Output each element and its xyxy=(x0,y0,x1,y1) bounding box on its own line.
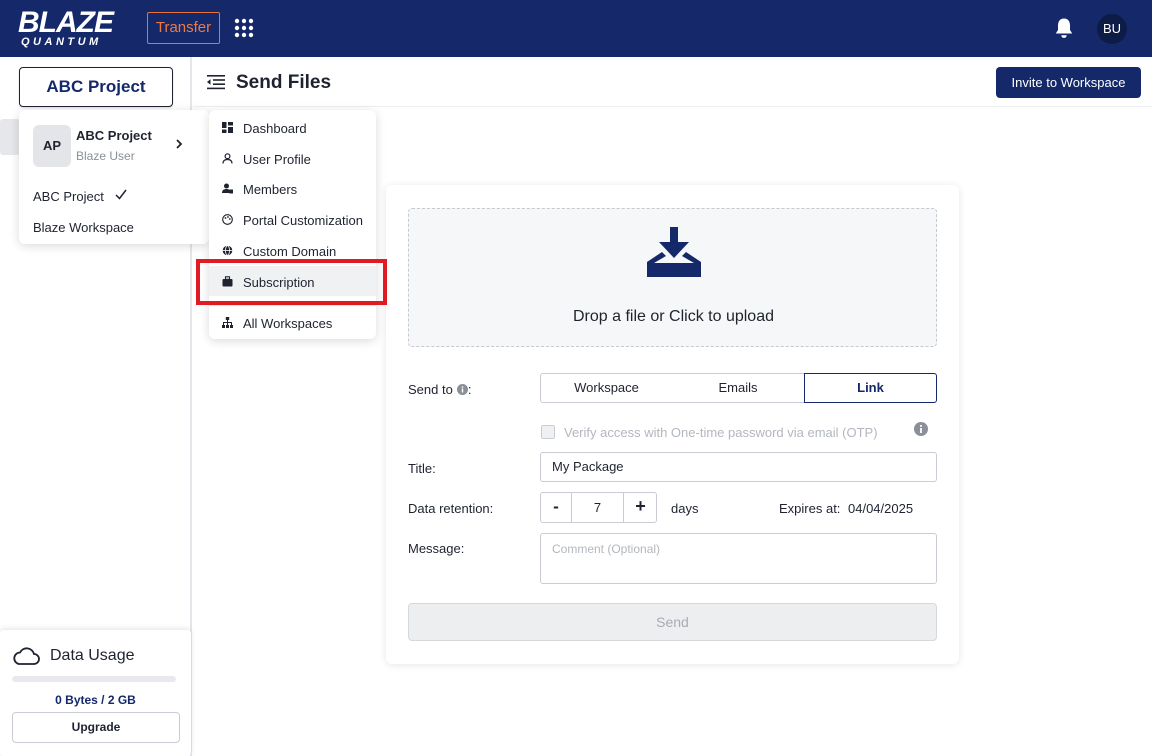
project-option-blaze-workspace[interactable]: Blaze Workspace xyxy=(33,220,134,235)
project-dropdown: AP ABC Project Blaze User ABC Project Bl… xyxy=(19,110,209,244)
menu-item-label: Dashboard xyxy=(243,121,307,136)
retention-unit-label: days xyxy=(671,501,699,516)
send-button[interactable]: Send xyxy=(408,603,937,641)
menu-item-custom-domain[interactable]: Custom Domain xyxy=(209,235,376,265)
palette-icon xyxy=(222,214,233,225)
user-avatar[interactable]: BU xyxy=(1097,14,1127,44)
project-name[interactable]: ABC Project xyxy=(76,128,152,143)
menu-item-portal-customization[interactable]: Portal Customization xyxy=(209,204,376,234)
logo-main-text: BLAZE xyxy=(18,6,114,39)
menu-item-user-profile[interactable]: User Profile xyxy=(209,143,376,173)
chevron-right-icon[interactable] xyxy=(174,137,184,151)
briefcase-icon xyxy=(222,276,233,287)
drop-zone-text: Drop a file or Click to upload xyxy=(573,308,774,325)
send-to-label-text: Send to xyxy=(408,382,453,397)
top-bar: BLAZE QUANTUM Transfer BU xyxy=(0,0,1152,57)
upgrade-button[interactable]: Upgrade xyxy=(12,712,180,743)
data-retention-label: Data retention: xyxy=(408,501,494,516)
sitemap-icon xyxy=(222,317,233,328)
menu-item-subscription[interactable]: Subscription xyxy=(209,266,376,296)
otp-label: Verify access with One-time password via… xyxy=(564,425,878,440)
title-input[interactable]: My Package xyxy=(540,452,937,482)
check-icon xyxy=(115,189,127,200)
dashboard-icon xyxy=(222,122,233,133)
cloud-icon xyxy=(13,647,40,665)
invite-to-workspace-button[interactable]: Invite to Workspace xyxy=(996,67,1141,98)
info-icon[interactable] xyxy=(456,384,468,395)
decrement-button[interactable]: - xyxy=(541,493,572,522)
bell-icon[interactable] xyxy=(1054,17,1074,39)
menu-collapse-icon[interactable] xyxy=(207,74,225,90)
workspace-menu: Dashboard User Profile Members Portal Cu… xyxy=(209,110,376,339)
title-label: Title: xyxy=(408,461,436,476)
send-to-link-option[interactable]: Link xyxy=(804,373,937,403)
download-tray-icon xyxy=(647,227,701,277)
send-to-emails-option[interactable]: Emails xyxy=(672,373,805,403)
project-selector-button[interactable]: ABC Project xyxy=(19,67,173,107)
menu-item-label: User Profile xyxy=(243,152,311,167)
menu-item-all-workspaces[interactable]: All Workspaces xyxy=(209,307,376,337)
menu-item-label: All Workspaces xyxy=(243,316,333,331)
project-option-abc-project[interactable]: ABC Project xyxy=(33,189,104,204)
otp-checkbox[interactable] xyxy=(541,425,555,439)
blaze-quantum-logo[interactable]: BLAZE QUANTUM xyxy=(18,6,130,49)
file-drop-zone[interactable]: Drop a file or Click to upload xyxy=(408,208,937,347)
globe-icon xyxy=(222,245,233,256)
message-input[interactable]: Comment (Optional) xyxy=(540,533,937,584)
expires-at-label: Expires at: xyxy=(779,501,841,516)
retention-value[interactable]: 7 xyxy=(572,493,623,522)
data-usage-title: Data Usage xyxy=(50,647,135,664)
menu-item-label: Portal Customization xyxy=(243,213,363,228)
data-usage-card: Data Usage 0 Bytes / 2 GB Upgrade xyxy=(0,630,191,756)
send-to-workspace-option[interactable]: Workspace xyxy=(540,373,673,403)
page-title: Send Files xyxy=(236,72,332,93)
menu-item-label: Custom Domain xyxy=(243,244,337,259)
send-files-card: Drop a file or Click to upload Send to: … xyxy=(386,185,959,664)
send-to-segmented-control: Workspace Emails Link xyxy=(540,373,937,403)
menu-item-label: Members xyxy=(243,182,298,197)
retention-stepper: - 7 + xyxy=(540,492,657,523)
main-header: Send Files Invite to Workspace xyxy=(193,57,1152,107)
menu-item-members[interactable]: Members xyxy=(209,173,376,203)
user-icon xyxy=(222,153,233,164)
expires-at-value: 04/04/2025 xyxy=(848,501,914,516)
project-avatar: AP xyxy=(33,125,71,167)
logo-sub-text: QUANTUM xyxy=(21,36,102,48)
message-label: Message: xyxy=(408,541,465,556)
data-usage-text: 0 Bytes / 2 GB xyxy=(55,693,136,707)
transfer-button[interactable]: Transfer xyxy=(147,12,220,44)
increment-button[interactable]: + xyxy=(623,493,657,522)
menu-divider xyxy=(209,305,376,306)
info-icon[interactable] xyxy=(914,422,928,436)
project-user-name: Blaze User xyxy=(76,149,135,163)
sidebar-nav-item[interactable] xyxy=(0,119,20,155)
menu-item-dashboard[interactable]: Dashboard xyxy=(209,112,376,142)
members-icon xyxy=(222,183,233,194)
menu-item-label: Subscription xyxy=(243,275,315,290)
apps-grid-icon[interactable] xyxy=(234,18,254,38)
send-to-colon: : xyxy=(467,382,472,397)
send-to-label: Send to: xyxy=(408,382,471,397)
data-usage-progress-bar xyxy=(12,676,176,682)
